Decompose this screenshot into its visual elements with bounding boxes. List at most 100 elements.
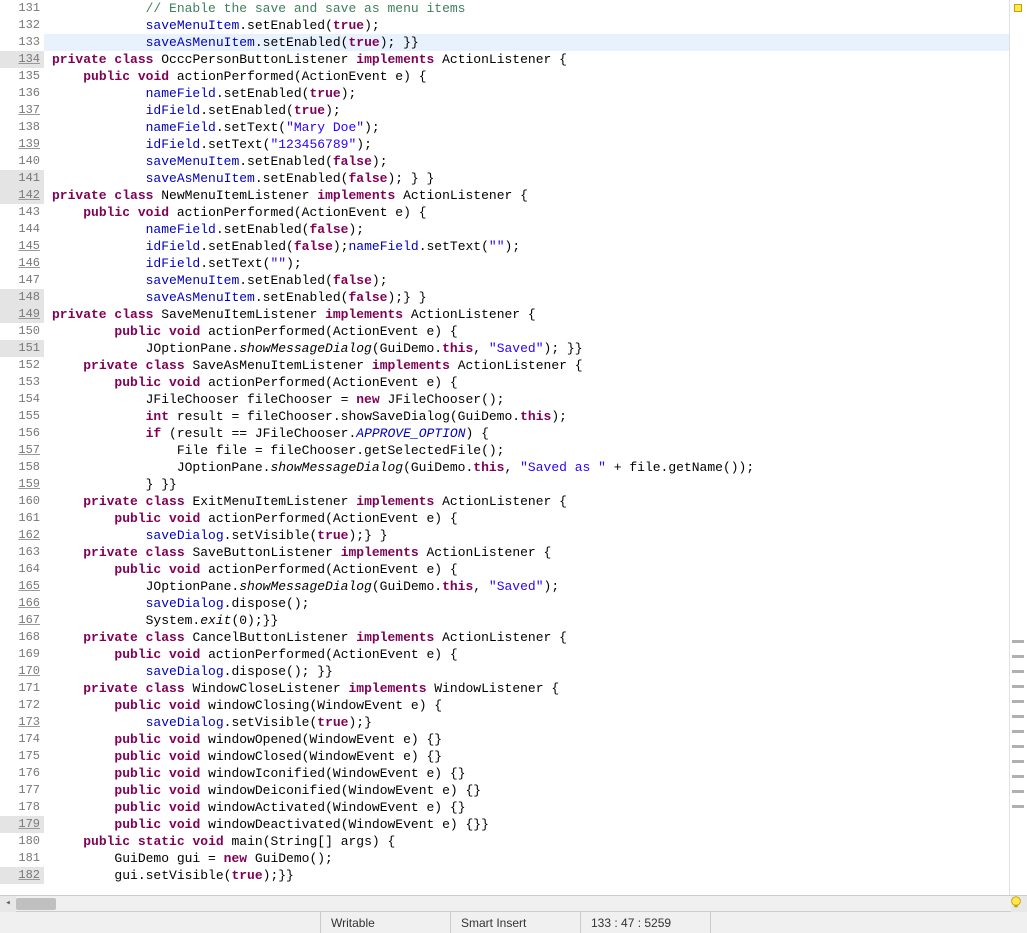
line-number[interactable]: 131 [0, 0, 44, 17]
line-number-gutter[interactable]: 131132133134⊖135⊖136137138139140141142⊖1… [0, 0, 44, 895]
code-line[interactable]: private class CancelButtonListener imple… [44, 629, 1009, 646]
code-line[interactable]: public void actionPerformed(ActionEvent … [44, 646, 1009, 663]
line-number[interactable]: 175▵ [0, 748, 44, 765]
code-line[interactable]: saveAsMenuItem.setEnabled(false); } } [44, 170, 1009, 187]
line-number[interactable]: 160⊖ [0, 493, 44, 510]
ruler-mark[interactable] [1012, 655, 1024, 658]
line-number[interactable]: 133 [0, 34, 44, 51]
line-number[interactable]: 152⊖ [0, 357, 44, 374]
line-number[interactable]: 161⊖ [0, 510, 44, 527]
ruler-warning-icon[interactable] [1014, 4, 1022, 12]
ruler-mark[interactable] [1012, 760, 1024, 763]
code-line[interactable]: public void windowActivated(WindowEvent … [44, 799, 1009, 816]
code-line[interactable]: if (result == JFileChooser.APPROVE_OPTIO… [44, 425, 1009, 442]
code-line[interactable]: public void actionPerformed(ActionEvent … [44, 374, 1009, 391]
line-number[interactable]: 138 [0, 119, 44, 136]
code-line[interactable]: idField.setEnabled(false);nameField.setT… [44, 238, 1009, 255]
code-line[interactable]: idField.setEnabled(true); [44, 102, 1009, 119]
line-number[interactable]: 174▵ [0, 731, 44, 748]
code-line[interactable]: public void windowClosing(WindowEvent e)… [44, 697, 1009, 714]
code-line[interactable]: saveMenuItem.setEnabled(false); [44, 272, 1009, 289]
ruler-mark[interactable] [1012, 730, 1024, 733]
code-line[interactable]: private class ExitMenuItemListener imple… [44, 493, 1009, 510]
code-line[interactable]: saveDialog.dispose(); [44, 595, 1009, 612]
ruler-mark[interactable] [1012, 745, 1024, 748]
ruler-mark[interactable] [1012, 805, 1024, 808]
line-number[interactable]: 167 [0, 612, 44, 629]
code-line[interactable]: } }} [44, 476, 1009, 493]
code-line[interactable]: saveMenuItem.setEnabled(true); [44, 17, 1009, 34]
line-number[interactable]: 171⊖ [0, 680, 44, 697]
line-number[interactable]: 139 [0, 136, 44, 153]
code-line[interactable]: public void windowDeactivated(WindowEven… [44, 816, 1009, 833]
line-number[interactable]: 145 [0, 238, 44, 255]
line-number[interactable]: 181 [0, 850, 44, 867]
code-line[interactable]: public void actionPerformed(ActionEvent … [44, 204, 1009, 221]
line-number[interactable]: 150⊖ [0, 323, 44, 340]
line-number[interactable]: 173 [0, 714, 44, 731]
code-line[interactable]: private class OcccPersonButtonListener i… [44, 51, 1009, 68]
line-number[interactable]: 156 [0, 425, 44, 442]
line-number[interactable]: 143⊖ [0, 204, 44, 221]
code-line[interactable]: gui.setVisible(true);}} [44, 867, 1009, 884]
scroll-left-button[interactable]: ◂ [0, 896, 16, 912]
scroll-thumb[interactable] [16, 898, 56, 910]
line-number[interactable]: 146 [0, 255, 44, 272]
code-line[interactable]: JOptionPane.showMessageDialog(GuiDemo.th… [44, 459, 1009, 476]
code-line[interactable]: saveMenuItem.setEnabled(false); [44, 153, 1009, 170]
code-line[interactable]: nameField.setEnabled(false); [44, 221, 1009, 238]
code-line[interactable]: private class SaveAsMenuItemListener imp… [44, 357, 1009, 374]
code-line[interactable]: public void windowOpened(WindowEvent e) … [44, 731, 1009, 748]
line-number[interactable]: 164⊖ [0, 561, 44, 578]
code-line[interactable]: private class NewMenuItemListener implem… [44, 187, 1009, 204]
code-line[interactable]: public void windowClosed(WindowEvent e) … [44, 748, 1009, 765]
line-number[interactable]: 162 [0, 527, 44, 544]
line-number[interactable]: 158 [0, 459, 44, 476]
line-number[interactable]: 141 [0, 170, 44, 187]
code-line[interactable]: nameField.setText("Mary Doe"); [44, 119, 1009, 136]
line-number[interactable]: 155 [0, 408, 44, 425]
code-line[interactable]: System.exit(0);}} [44, 612, 1009, 629]
line-number[interactable]: 140 [0, 153, 44, 170]
line-number[interactable]: 134⊖ [0, 51, 44, 68]
ruler-mark[interactable] [1012, 670, 1024, 673]
line-number[interactable]: 159 [0, 476, 44, 493]
code-line[interactable]: JOptionPane.showMessageDialog(GuiDemo.th… [44, 578, 1009, 595]
code-line[interactable]: File file = fileChooser.getSelectedFile(… [44, 442, 1009, 459]
code-line[interactable]: JOptionPane.showMessageDialog(GuiDemo.th… [44, 340, 1009, 357]
line-number[interactable]: 147 [0, 272, 44, 289]
code-line[interactable]: public void actionPerformed(ActionEvent … [44, 510, 1009, 527]
line-number[interactable]: 179▵ [0, 816, 44, 833]
tip-bulb-icon[interactable] [1009, 895, 1023, 909]
code-line[interactable]: saveDialog.setVisible(true);} [44, 714, 1009, 731]
code-line[interactable]: private class SaveButtonListener impleme… [44, 544, 1009, 561]
line-number[interactable]: 169⊖ [0, 646, 44, 663]
code-line[interactable]: private class SaveMenuItemListener imple… [44, 306, 1009, 323]
line-number[interactable]: 182 [0, 867, 44, 884]
line-number[interactable]: 168⊖ [0, 629, 44, 646]
line-number[interactable]: 177▵ [0, 782, 44, 799]
code-line[interactable]: private class WindowCloseListener implem… [44, 680, 1009, 697]
line-number[interactable]: 176▵ [0, 765, 44, 782]
line-number[interactable]: 136 [0, 85, 44, 102]
line-number[interactable]: 163⊖ [0, 544, 44, 561]
line-number[interactable]: 144 [0, 221, 44, 238]
line-number[interactable]: 151 [0, 340, 44, 357]
code-line[interactable]: public void windowDeiconified(WindowEven… [44, 782, 1009, 799]
ruler-mark[interactable] [1012, 775, 1024, 778]
line-number[interactable]: 153⊖ [0, 374, 44, 391]
ruler-mark[interactable] [1012, 790, 1024, 793]
line-number[interactable]: 142⊖ [0, 187, 44, 204]
line-number[interactable]: 135⊖ [0, 68, 44, 85]
ruler-mark[interactable] [1012, 640, 1024, 643]
code-area[interactable]: // Enable the save and save as menu item… [44, 0, 1009, 895]
code-line[interactable]: int result = fileChooser.showSaveDialog(… [44, 408, 1009, 425]
line-number[interactable]: 149⊖ [0, 306, 44, 323]
line-number[interactable]: 148 [0, 289, 44, 306]
code-line[interactable]: saveDialog.setVisible(true);} } [44, 527, 1009, 544]
line-number[interactable]: 157 [0, 442, 44, 459]
line-number[interactable]: 178▵ [0, 799, 44, 816]
line-number[interactable]: 132 [0, 17, 44, 34]
code-line[interactable]: saveDialog.dispose(); }} [44, 663, 1009, 680]
code-line[interactable]: public void windowIconified(WindowEvent … [44, 765, 1009, 782]
